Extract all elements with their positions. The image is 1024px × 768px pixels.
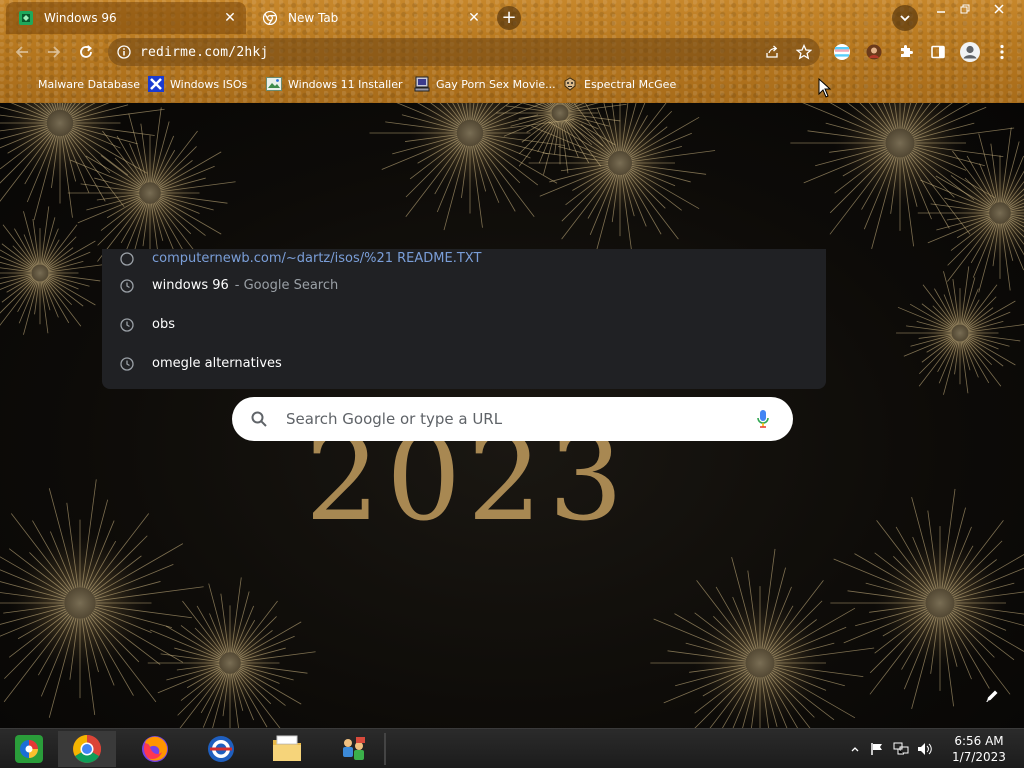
search-icon [232,410,286,428]
address-bar[interactable]: redirme.com/2hkj [108,38,820,66]
search-placeholder[interactable]: Search Google or type a URL [286,410,733,428]
history-clock-icon [102,317,152,332]
globe-app-icon [208,736,234,762]
back-button[interactable] [10,40,34,64]
suggestion-text: obs [152,317,175,332]
bookmark-label: Espectral McGee [584,77,677,91]
omnibox-suggestions-dropdown: computernewb.com/~dartz/isos/%21 README.… [102,249,826,389]
tab-title: Windows 96 [44,11,117,25]
bookmark-espectral-mcgee[interactable]: Espectral McGee [562,75,676,93]
minimize-button[interactable] [928,0,954,18]
taskbar-outlook[interactable] [192,731,250,767]
bookmark-malware-database[interactable]: Malware Database [16,75,140,93]
firefox-logo-icon [142,736,168,762]
action-center-flag-icon[interactable] [868,740,886,758]
close-tab-icon[interactable]: ✕ [464,8,484,28]
computer-pixel-icon [414,76,430,92]
globe-icon [102,251,152,266]
reload-button[interactable] [74,40,98,64]
restore-icon [960,4,970,14]
mouse-cursor-icon [818,78,832,98]
site-info-icon[interactable] [108,45,140,59]
tab-title: New Tab [288,11,339,25]
bookmark-label: Windows 11 Installer [288,77,403,91]
tab-search-button[interactable] [892,5,918,31]
bookmark-blank-icon [16,76,32,92]
arrow-right-icon [48,46,61,58]
arrow-left-icon [15,46,28,58]
clock-time: 6:56 AM [954,734,1004,748]
share-icon[interactable] [756,44,788,60]
suggestion-row[interactable]: obs [102,305,826,344]
taskbar-clock[interactable]: 6:56 AM 1/7/2023 [944,733,1014,765]
taskbar-firefox[interactable] [126,731,184,767]
bookmark-windows-11-installer[interactable]: Windows 11 Installer [266,75,403,93]
x-logo-icon [148,76,164,92]
image-thumbnail-icon [266,76,282,92]
suggestion-link-partial: computernewb.com/~dartz/isos/%21 README.… [152,251,482,266]
bookmark-label: Gay Porn Sex Movie... [436,77,556,91]
tab-windows-96[interactable]: Windows 96 ✕ [6,2,246,34]
chrome-favicon-icon [262,10,278,26]
character-face-icon [562,76,578,92]
new-tab-page: 2023 computernewb.com/~dartz/isos/%21 RE… [0,103,1024,728]
voice-search-mic-icon[interactable] [733,409,793,429]
close-window-button[interactable] [986,0,1012,18]
taskbar-network-app[interactable] [324,731,382,767]
toolbar: redirme.com/2hkj [0,36,1024,68]
address-url[interactable]: redirme.com/2hkj [140,45,756,60]
extensions-puzzle-icon[interactable] [894,40,918,64]
chrome-logo-icon [73,735,101,763]
browser-chrome: Windows 96 ✕ New Tab ✕ + redirme.com/2hk… [0,0,1024,103]
tab-strip: Windows 96 ✕ New Tab ✕ + [0,0,1024,34]
history-clock-icon [102,278,152,293]
tab-new-tab[interactable]: New Tab ✕ [250,2,490,34]
volume-speaker-icon[interactable] [916,740,934,758]
suggestion-suffix: - Google Search [234,278,339,293]
clock-date: 1/7/2023 [952,750,1006,764]
bookmarks-bar: Malware Database Windows ISOs Windows 11… [0,72,1024,96]
restore-button[interactable] [952,0,978,18]
start-button[interactable] [0,731,58,767]
bookmark-label: Malware Database [38,77,141,91]
extension-flag-icon[interactable] [830,40,854,64]
forward-button[interactable] [42,40,66,64]
menu-kebab-icon[interactable] [990,40,1014,64]
bookmark-star-icon[interactable] [788,44,820,60]
customize-pencil-icon[interactable] [982,686,1002,706]
suggestion-text: omegle alternatives [152,356,282,371]
taskbar: 6:56 AM 1/7/2023 [0,728,1024,768]
history-clock-icon [102,356,152,371]
extension-avatar-icon[interactable] [862,40,886,64]
close-icon [994,4,1004,14]
chevron-down-icon [900,14,910,21]
taskbar-chrome[interactable] [58,731,116,767]
bookmark-gay-porn-sex-movie[interactable]: Gay Porn Sex Movie... [414,75,556,93]
suggestion-row[interactable]: windows 96 - Google Search [102,266,826,305]
folder-icon [273,735,301,761]
taskbar-file-explorer[interactable] [258,731,316,767]
windows-96-favicon-icon [18,10,34,26]
start-logo-icon [15,735,43,763]
suggestion-row[interactable]: omegle alternatives [102,344,826,383]
network-status-icon[interactable] [892,740,910,758]
taskbar-separator [384,733,386,765]
close-tab-icon[interactable]: ✕ [220,8,240,28]
reload-icon [80,45,92,58]
suggestion-text: windows 96 [152,278,229,293]
minimize-icon [937,11,945,13]
bookmark-label: Windows ISOs [170,77,248,91]
profile-avatar-icon[interactable] [958,40,982,64]
ntp-search-box[interactable]: Search Google or type a URL [232,397,793,441]
side-panel-icon[interactable] [926,40,950,64]
bookmark-windows-isos[interactable]: Windows ISOs [148,75,247,93]
new-tab-button[interactable]: + [497,6,521,30]
show-hidden-icons-chevron-icon[interactable] [846,740,864,758]
network-users-icon [343,737,365,760]
